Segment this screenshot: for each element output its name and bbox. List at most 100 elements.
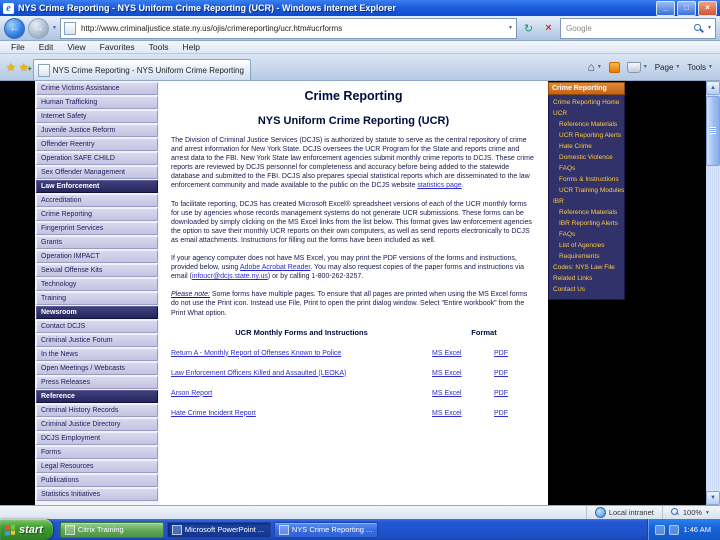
ms-excel-link[interactable]: MS Excel xyxy=(432,410,494,417)
right-sidebar-link[interactable]: FAQs xyxy=(549,229,624,240)
sidebar-item[interactable]: Reference xyxy=(36,390,158,403)
taskbar-task-button[interactable]: Microsoft PowerPoint ... xyxy=(166,521,271,538)
sidebar-item[interactable]: Contact DCJS xyxy=(36,320,158,333)
pdf-link[interactable]: PDF xyxy=(494,390,536,397)
right-sidebar-link[interactable]: Reference Materials xyxy=(549,119,624,130)
sidebar-item[interactable]: Forms xyxy=(36,446,158,459)
menu-item[interactable]: Tools xyxy=(142,42,176,52)
sidebar-item[interactable]: Technology xyxy=(36,278,158,291)
close-button[interactable]: × xyxy=(698,0,717,16)
sidebar-item[interactable]: Publications xyxy=(36,474,158,487)
stop-button[interactable]: × xyxy=(540,19,557,38)
sidebar-item[interactable]: Fingerprint Services xyxy=(36,222,158,235)
menu-item[interactable]: Edit xyxy=(32,42,61,52)
tray-icon[interactable] xyxy=(655,524,666,535)
form-title-link[interactable]: Arson Report xyxy=(171,390,432,397)
sidebar-item[interactable]: Crime Victims Assistance xyxy=(36,82,158,95)
form-title-link[interactable]: Hate Crime Incident Report xyxy=(171,410,432,417)
feeds-button[interactable] xyxy=(608,61,620,73)
sidebar-item[interactable]: Training xyxy=(36,292,158,305)
right-sidebar-link[interactable]: List of Agencies xyxy=(549,240,624,251)
menu-item[interactable]: Favorites xyxy=(93,42,142,52)
back-button[interactable]: ← xyxy=(4,17,25,39)
right-sidebar-link[interactable]: Requirements xyxy=(549,251,624,262)
tray-icon[interactable] xyxy=(669,524,680,535)
sidebar-item[interactable]: Law Enforcement xyxy=(36,180,158,193)
pdf-link[interactable]: PDF xyxy=(494,410,536,417)
ms-excel-link[interactable]: MS Excel xyxy=(432,390,494,397)
sidebar-item[interactable]: Newsroom xyxy=(36,306,158,319)
menu-item[interactable]: Help xyxy=(175,42,206,52)
page-menu-button[interactable]: Page ▼ xyxy=(655,63,681,72)
scroll-up-button[interactable]: ▲ xyxy=(706,81,720,95)
right-sidebar-link[interactable]: UCR Reporting Alerts xyxy=(549,130,624,141)
form-title-link[interactable]: Return A - Monthly Report of Offenses Kn… xyxy=(171,350,432,357)
address-input[interactable] xyxy=(78,22,506,34)
address-dropdown-icon[interactable]: ▼ xyxy=(508,25,513,31)
refresh-button[interactable]: ↻ xyxy=(520,19,537,38)
right-sidebar-link[interactable]: IBR xyxy=(549,196,624,207)
right-sidebar-link[interactable]: Codes: NYS Law File xyxy=(549,262,624,273)
search-input[interactable] xyxy=(564,22,691,34)
sidebar-item[interactable]: Internet Safety xyxy=(36,110,158,123)
right-sidebar-link[interactable]: UCR Training Modules xyxy=(549,185,624,196)
right-sidebar-link[interactable]: Crime Reporting Home xyxy=(549,97,624,108)
sidebar-item[interactable]: Criminal Justice Forum xyxy=(36,334,158,347)
browser-tab[interactable]: NYS Crime Reporting - NYS Uniform Crime … xyxy=(32,59,251,80)
add-favorite-icon[interactable]: ★ xyxy=(19,61,32,74)
sidebar-item[interactable]: Statistics Initiatives xyxy=(36,488,158,501)
right-sidebar-link[interactable]: Domestic Violence xyxy=(549,152,624,163)
search-icon[interactable] xyxy=(693,23,704,34)
address-field[interactable]: ▼ xyxy=(59,17,517,39)
right-sidebar-link[interactable]: IBR Reporting Alerts xyxy=(549,218,624,229)
ms-excel-link[interactable]: MS Excel xyxy=(432,370,494,377)
tools-menu-button[interactable]: Tools ▼ xyxy=(687,63,713,72)
sidebar-item[interactable]: Legal Resources xyxy=(36,460,158,473)
right-sidebar-link[interactable]: FAQs xyxy=(549,163,624,174)
print-button[interactable]: ▼ xyxy=(626,61,648,73)
sidebar-item[interactable]: Sexual Offense Kits xyxy=(36,264,158,277)
form-title-link[interactable]: Law Enforcement Officers Killed and Assa… xyxy=(171,370,432,377)
menu-item[interactable]: View xyxy=(60,42,92,52)
right-sidebar-link[interactable]: Contact Us xyxy=(549,284,624,295)
scrollbar-thumb[interactable] xyxy=(706,96,720,166)
minimize-button[interactable]: _ xyxy=(656,0,675,16)
right-sidebar-link[interactable]: Hate Crime xyxy=(549,141,624,152)
start-button[interactable]: start xyxy=(0,519,53,540)
right-sidebar-link[interactable]: UCR xyxy=(549,108,624,119)
scroll-down-button[interactable]: ▼ xyxy=(706,491,720,505)
sidebar-item[interactable]: Press Releases xyxy=(36,376,158,389)
right-sidebar-link[interactable]: Related Links xyxy=(549,273,624,284)
acrobat-reader-link[interactable]: Adobe Acrobat Reader xyxy=(240,264,310,271)
menu-item[interactable]: File xyxy=(4,42,32,52)
taskbar-task-button[interactable]: NYS Crime Reporting ... xyxy=(273,521,378,538)
sidebar-item[interactable]: Criminal Justice Directory xyxy=(36,418,158,431)
sidebar-item[interactable]: Offender Reentry xyxy=(36,138,158,151)
statistics-page-link[interactable]: statistics page xyxy=(417,182,461,189)
vertical-scrollbar[interactable]: ▲ ▼ xyxy=(706,81,720,505)
sidebar-item[interactable]: DCJS Employment xyxy=(36,432,158,445)
taskbar-task-button[interactable]: Citrix Training xyxy=(59,521,164,538)
pdf-link[interactable]: PDF xyxy=(494,370,536,377)
right-sidebar-link[interactable]: Forms & Instructions xyxy=(549,174,624,185)
search-dropdown-icon[interactable]: ▼ xyxy=(707,25,712,31)
sidebar-item[interactable]: Criminal History Records xyxy=(36,404,158,417)
email-link[interactable]: infoucr@dcjs.state.ny.us xyxy=(192,273,268,280)
forward-button[interactable]: → xyxy=(28,17,49,39)
history-dropdown-icon[interactable]: ▼ xyxy=(52,25,57,31)
favorites-star-icon[interactable]: ★ xyxy=(6,61,16,74)
sidebar-item[interactable]: Open Meetings / Webcasts xyxy=(36,362,158,375)
sidebar-item[interactable]: Grants xyxy=(36,236,158,249)
sidebar-item[interactable]: Operation SAFE CHILD xyxy=(36,152,158,165)
pdf-link[interactable]: PDF xyxy=(494,350,536,357)
sidebar-item[interactable]: Accreditation xyxy=(36,194,158,207)
sidebar-item[interactable]: Human Trafficking xyxy=(36,96,158,109)
sidebar-item[interactable]: Sex Offender Management xyxy=(36,166,158,179)
right-sidebar-link[interactable]: Reference Materials xyxy=(549,207,624,218)
sidebar-item[interactable]: Operation IMPACT xyxy=(36,250,158,263)
sidebar-item[interactable]: In the News xyxy=(36,348,158,361)
sidebar-item[interactable]: Crime Reporting xyxy=(36,208,158,221)
maximize-button[interactable]: □ xyxy=(677,0,696,16)
ms-excel-link[interactable]: MS Excel xyxy=(432,350,494,357)
sidebar-item[interactable]: Juvenile Justice Reform xyxy=(36,124,158,137)
